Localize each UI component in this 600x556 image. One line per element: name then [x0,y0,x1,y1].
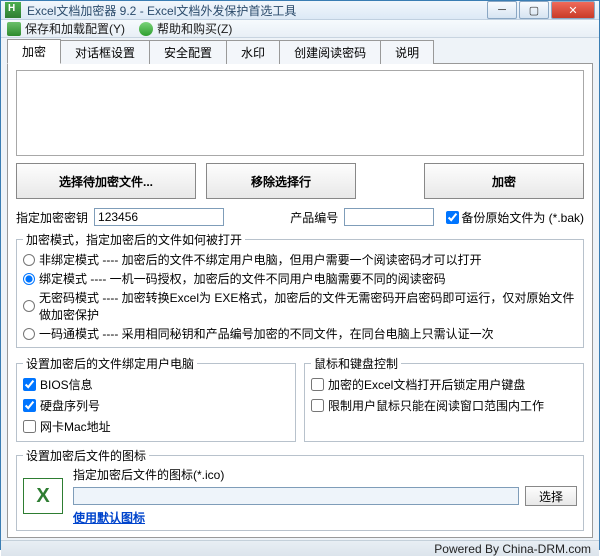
mode-bind[interactable]: 绑定模式 ---- 一机一码授权，加密后的文件不同用户电脑需要不同的阅读密码 [23,269,577,288]
mode-nopwd[interactable]: 无密码模式 ---- 加密转换Excel为 EXE格式，加密后的文件无需密码开启… [23,288,577,324]
key-input[interactable] [94,208,224,226]
mouse-lock-keyboard[interactable]: 加密的Excel文档打开后锁定用户键盘 [311,374,577,395]
tab-encrypt[interactable]: 加密 [7,39,61,64]
button-row: 选择待加密文件... 移除选择行 加密 [16,163,584,199]
client-area: 加密 对话框设置 安全配置 水印 创建阅读密码 说明 选择待加密文件... 移除… [1,38,599,540]
maximize-button[interactable]: ▢ [519,1,549,19]
tab-watermark[interactable]: 水印 [226,40,280,64]
menubar: 保存和加载配置(Y) 帮助和购买(Z) [1,20,599,38]
titlebar: Excel文档加密器 9.2 - Excel文档外发保护首选工具 ─ ▢ ✕ [1,1,599,20]
tabstrip: 加密 对话框设置 安全配置 水印 创建阅读密码 说明 [7,42,593,64]
key-label: 指定加密密钥 [16,209,88,226]
menu-save-config[interactable]: 保存和加载配置(Y) [7,20,125,37]
tab-explain[interactable]: 说明 [380,40,434,64]
bind-hdd[interactable]: 硬盘序列号 [23,395,289,416]
app-window: Excel文档加密器 9.2 - Excel文档外发保护首选工具 ─ ▢ ✕ 保… [0,0,600,550]
bind-legend: 设置加密后的文件绑定用户电脑 [23,355,197,372]
select-files-button[interactable]: 选择待加密文件... [16,163,196,199]
two-column: 设置加密后的文件绑定用户电脑 BIOS信息 硬盘序列号 网卡Mac地址 鼠标和键… [16,351,584,442]
excel-icon: X [23,478,63,514]
window-controls: ─ ▢ ✕ [485,1,595,19]
tab-create-password[interactable]: 创建阅读密码 [279,40,381,64]
product-no-input[interactable] [344,208,434,226]
remove-row-button[interactable]: 移除选择行 [206,163,356,199]
key-row: 指定加密密钥 产品编号 备份原始文件为 (*.bak) [16,208,584,226]
help-icon [139,22,153,36]
menu-help-buy[interactable]: 帮助和购买(Z) [139,20,232,37]
tab-page-encrypt: 选择待加密文件... 移除选择行 加密 指定加密密钥 产品编号 备份原始文件为 … [7,64,593,538]
backup-checkbox-label: 备份原始文件为 (*.bak) [461,209,584,226]
minimize-button[interactable]: ─ [487,1,517,19]
product-no-label: 产品编号 [290,209,338,226]
tab-dialog[interactable]: 对话框设置 [60,40,150,64]
menu-help-buy-label: 帮助和购买(Z) [157,20,232,37]
file-list[interactable] [16,70,584,156]
footer-text: Powered By China-DRM.com [434,542,591,556]
use-default-icon-link[interactable]: 使用默认图标 [73,509,577,526]
mouse-restrict[interactable]: 限制用户鼠标只能在阅读窗口范围内工作 [311,395,577,416]
icon-hint: 指定加密后文件的图标(*.ico) [73,466,577,483]
mode-legend: 加密模式，指定加密后的文件如何被打开 [23,231,245,248]
icon-legend: 设置加密后文件的图标 [23,447,149,464]
mode-onecode[interactable]: 一码通模式 ---- 采用相同秘钥和产品编号加密的不同文件，在同台电脑上只需认证… [23,324,577,343]
browse-icon-button[interactable]: 选择 [525,486,577,506]
menu-save-config-label: 保存和加载配置(Y) [25,20,125,37]
backup-checkbox-input[interactable] [446,211,459,224]
bind-group: 设置加密后的文件绑定用户电脑 BIOS信息 硬盘序列号 网卡Mac地址 [16,355,296,442]
mode-unbind[interactable]: 非绑定模式 ---- 加密后的文件不绑定用户电脑，但用户需要一个阅读密码才可以打… [23,250,577,269]
bind-mac[interactable]: 网卡Mac地址 [23,416,289,437]
tab-security[interactable]: 安全配置 [149,40,227,64]
window-title: Excel文档加密器 9.2 - Excel文档外发保护首选工具 [27,2,485,19]
encrypt-button[interactable]: 加密 [424,163,584,199]
icon-group: 设置加密后文件的图标 X 指定加密后文件的图标(*.ico) 选择 使用默认图标 [16,447,584,531]
footer: Powered By China-DRM.com [1,540,599,556]
icon-path-input[interactable] [73,487,519,505]
close-button[interactable]: ✕ [551,1,595,19]
disk-icon [7,22,21,36]
mode-group: 加密模式，指定加密后的文件如何被打开 非绑定模式 ---- 加密后的文件不绑定用… [16,231,584,348]
app-icon [5,2,21,18]
mouse-legend: 鼠标和键盘控制 [311,355,401,372]
backup-checkbox[interactable]: 备份原始文件为 (*.bak) [446,209,584,226]
mouse-group: 鼠标和键盘控制 加密的Excel文档打开后锁定用户键盘 限制用户鼠标只能在阅读窗… [304,355,584,442]
bind-bios[interactable]: BIOS信息 [23,374,289,395]
